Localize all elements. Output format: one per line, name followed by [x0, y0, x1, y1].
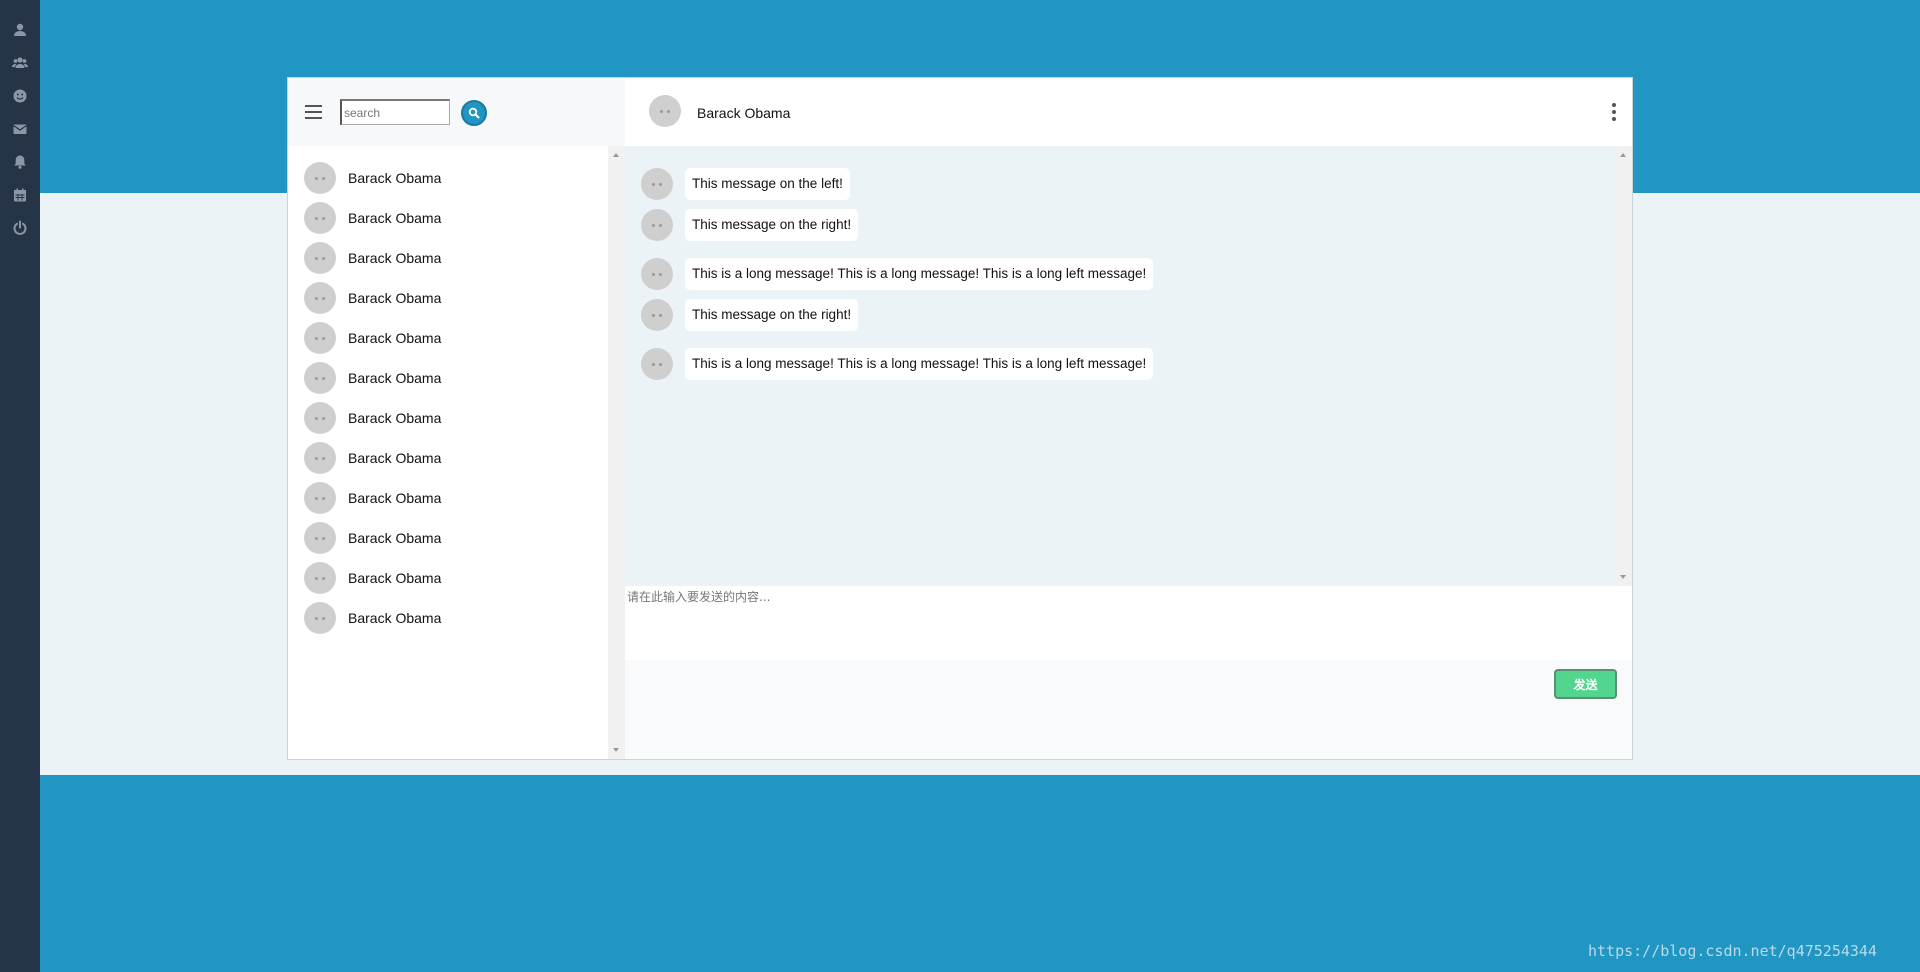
user-icon[interactable]: [12, 22, 28, 38]
send-button[interactable]: 发送: [1554, 669, 1617, 699]
contact-item[interactable]: Barack Obama: [288, 438, 608, 478]
contact-name: Barack Obama: [348, 170, 442, 186]
contact-item[interactable]: Barack Obama: [288, 558, 608, 598]
avatar: [304, 402, 336, 434]
avatar: [304, 362, 336, 394]
message-composer: [625, 586, 1632, 660]
avatar: [304, 202, 336, 234]
users-icon[interactable]: [12, 55, 28, 71]
avatar: [304, 282, 336, 314]
scroll-up-icon[interactable]: [613, 153, 619, 157]
contact-item[interactable]: Barack Obama: [288, 278, 608, 318]
message-bubble: This message on the left!: [685, 168, 850, 200]
contact-name: Barack Obama: [348, 410, 442, 426]
contact-list-scrollbar[interactable]: [608, 146, 625, 759]
avatar: [641, 348, 673, 380]
avatar: [641, 258, 673, 290]
contact-item[interactable]: Barack Obama: [288, 158, 608, 198]
chat-window: Barack Obama Barack Obama Barack Obama B…: [287, 77, 1633, 760]
contact-item[interactable]: Barack Obama: [288, 398, 608, 438]
more-options-icon[interactable]: [1612, 103, 1616, 121]
message-area: This message on the left! This message o…: [625, 146, 1615, 586]
avatar: [304, 162, 336, 194]
chat-panel: Barack Obama This message on the left! T…: [625, 78, 1632, 759]
contact-name: Barack Obama: [348, 330, 442, 346]
contact-name: Barack Obama: [348, 370, 442, 386]
contact-name: Barack Obama: [348, 490, 442, 506]
scroll-down-icon[interactable]: [613, 748, 619, 752]
smile-icon[interactable]: [12, 88, 28, 104]
contact-item[interactable]: Barack Obama: [288, 518, 608, 558]
message-input[interactable]: [625, 586, 1630, 658]
scroll-down-icon[interactable]: [1620, 575, 1626, 579]
calendar-icon[interactable]: [12, 187, 28, 203]
message-area-scrollbar[interactable]: [1615, 146, 1632, 586]
contact-name: Barack Obama: [348, 290, 442, 306]
avatar: [304, 242, 336, 274]
avatar: [304, 562, 336, 594]
icon-sidebar: [0, 0, 40, 972]
composer-footer: 发送: [625, 660, 1632, 759]
chat-title: Barack Obama: [697, 105, 791, 121]
menu-icon[interactable]: [305, 105, 322, 119]
avatar: [641, 168, 673, 200]
contact-item[interactable]: Barack Obama: [288, 318, 608, 358]
message-bubble: This message on the right!: [685, 299, 859, 331]
search-icon: [468, 107, 480, 119]
contact-item[interactable]: Barack Obama: [288, 598, 608, 638]
contact-item[interactable]: Barack Obama: [288, 358, 608, 398]
message-bubble: This is a long message! This is a long m…: [685, 348, 1154, 380]
contact-name: Barack Obama: [348, 530, 442, 546]
message-bubble: This is a long message! This is a long m…: [685, 258, 1154, 290]
power-icon[interactable]: [12, 220, 28, 236]
envelope-icon[interactable]: [12, 121, 28, 137]
avatar: [641, 209, 673, 241]
contacts-header: [288, 78, 625, 146]
contact-list: Barack Obama Barack Obama Barack Obama B…: [288, 146, 608, 759]
avatar: [304, 322, 336, 354]
contact-name: Barack Obama: [348, 570, 442, 586]
contact-item[interactable]: Barack Obama: [288, 198, 608, 238]
watermark: https://blog.csdn.net/q475254344: [1588, 942, 1877, 960]
contacts-panel: Barack Obama Barack Obama Barack Obama B…: [288, 78, 625, 759]
avatar: [641, 299, 673, 331]
scroll-up-icon[interactable]: [1620, 153, 1626, 157]
avatar: [304, 602, 336, 634]
avatar: [304, 522, 336, 554]
contact-name: Barack Obama: [348, 250, 442, 266]
contact-item[interactable]: Barack Obama: [288, 478, 608, 518]
search-input[interactable]: [340, 99, 450, 125]
avatar: [304, 442, 336, 474]
contact-name: Barack Obama: [348, 210, 442, 226]
message-bubble: This message on the right!: [685, 209, 859, 241]
chat-header: Barack Obama: [625, 78, 1632, 146]
contact-name: Barack Obama: [348, 450, 442, 466]
contact-name: Barack Obama: [348, 610, 442, 626]
search-button[interactable]: [461, 100, 487, 126]
avatar: [649, 95, 681, 127]
contact-item[interactable]: Barack Obama: [288, 238, 608, 278]
bell-icon[interactable]: [12, 154, 28, 170]
avatar: [304, 482, 336, 514]
